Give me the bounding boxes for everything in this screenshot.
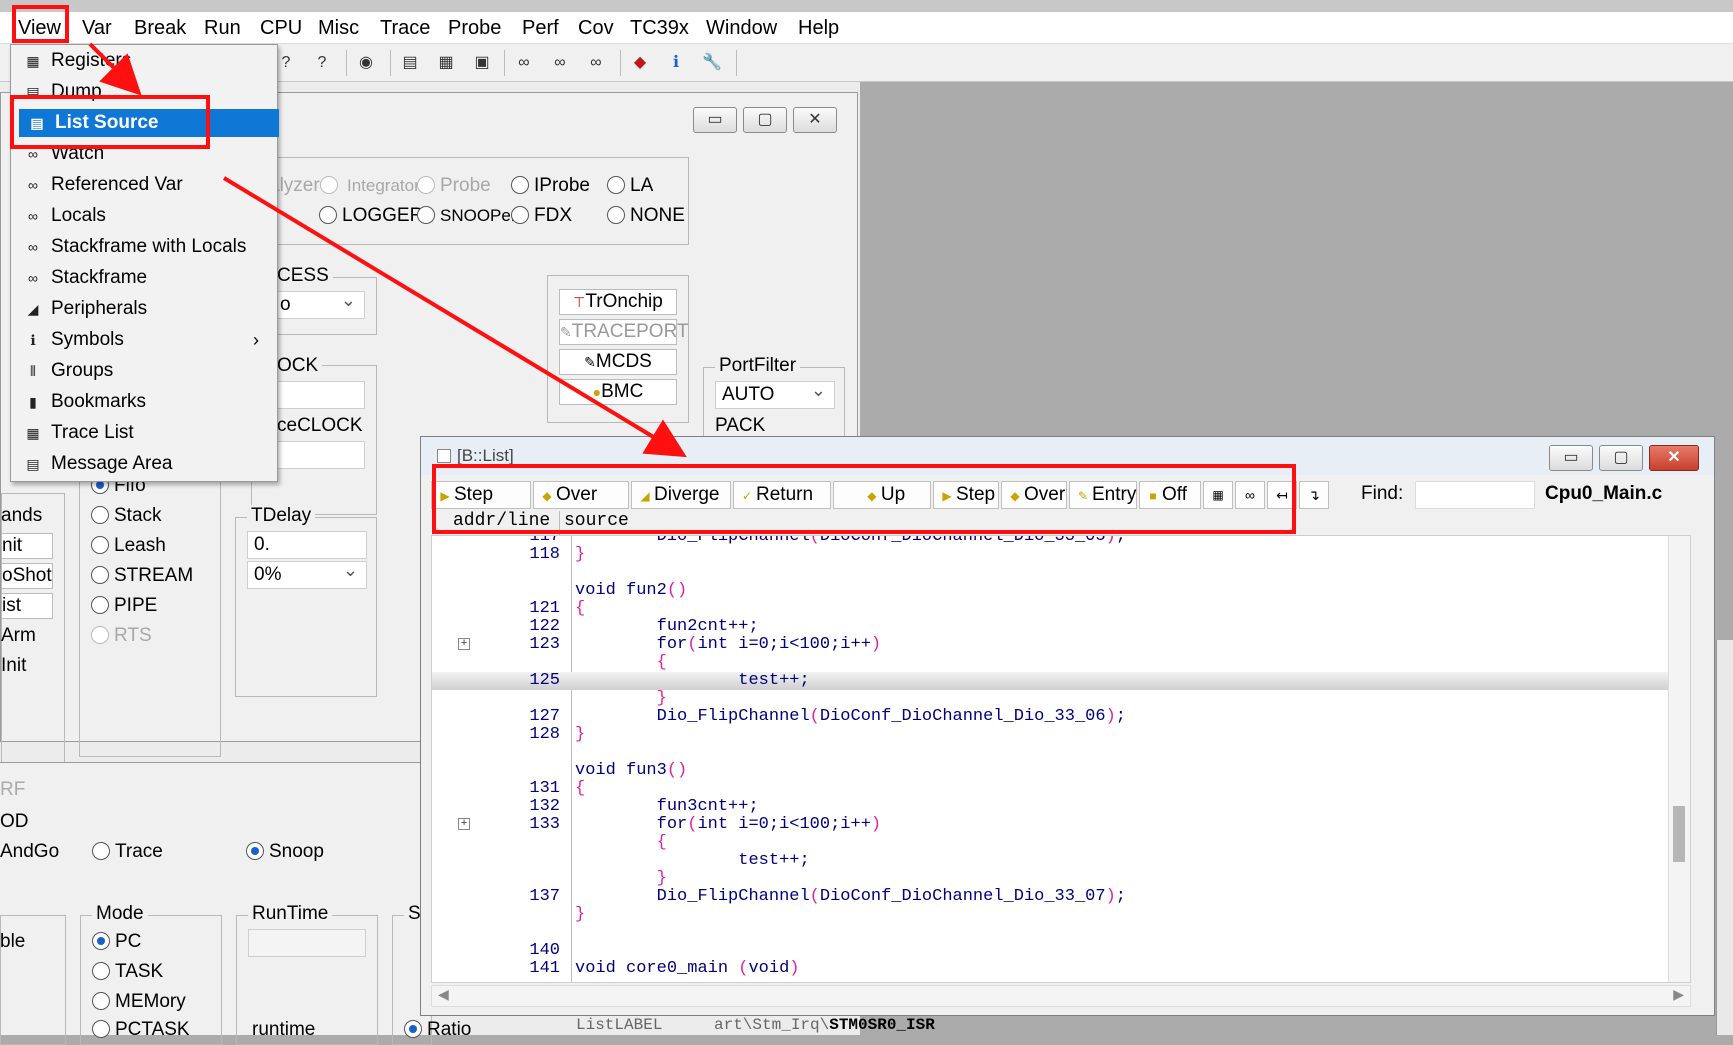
annotation-arrow-view-to-list [88,42,142,96]
annotation-arrow-list-to-window [222,176,687,458]
annotation-arrows [88,42,687,458]
